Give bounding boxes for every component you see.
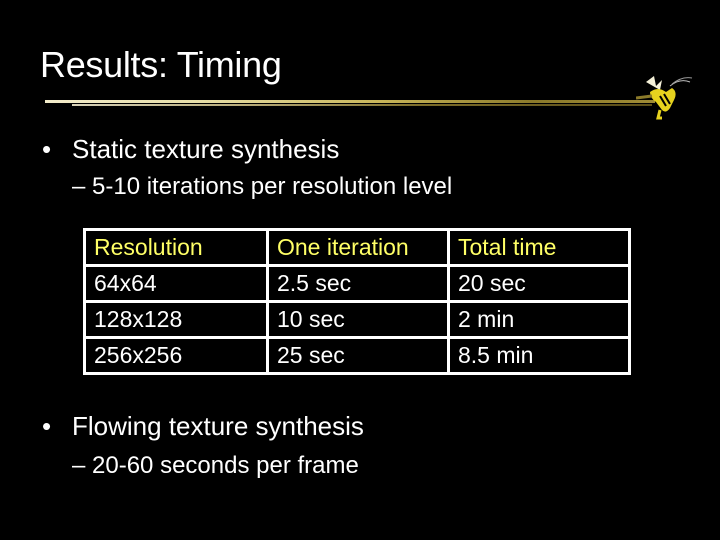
title-underline-rule bbox=[45, 100, 655, 103]
bullet-marker: • bbox=[42, 134, 52, 164]
cell-total-time: 2 min bbox=[447, 300, 631, 339]
sub-bullet-seconds-per-frame: – 20-60 seconds per frame bbox=[72, 452, 359, 479]
timing-table: Resolution One iteration Total time 64x6… bbox=[83, 228, 631, 375]
title-underline-rule-secondary bbox=[72, 104, 652, 106]
header-total-time: Total time bbox=[447, 228, 631, 267]
cell-one-iteration: 10 sec bbox=[266, 300, 450, 339]
cell-total-time: 20 sec bbox=[447, 264, 631, 303]
cell-total-time: 8.5 min bbox=[447, 336, 631, 375]
bullet-text: Static texture synthesis bbox=[72, 134, 340, 164]
slide-title: Results: Timing bbox=[40, 44, 282, 85]
header-resolution: Resolution bbox=[83, 228, 269, 267]
header-one-iteration: One iteration bbox=[266, 228, 450, 267]
yellow-jacket-mascot-icon bbox=[636, 76, 693, 120]
table-row: 64x64 2.5 sec 20 sec bbox=[83, 264, 631, 303]
bullet-marker: • bbox=[42, 411, 52, 441]
cell-resolution: 256x256 bbox=[83, 336, 269, 375]
cell-resolution: 64x64 bbox=[83, 264, 269, 303]
bullet-text: Flowing texture synthesis bbox=[72, 411, 364, 441]
cell-one-iteration: 2.5 sec bbox=[266, 264, 450, 303]
table-row: 128x128 10 sec 2 min bbox=[83, 300, 631, 339]
table-row: 256x256 25 sec 8.5 min bbox=[83, 336, 631, 375]
cell-one-iteration: 25 sec bbox=[266, 336, 450, 375]
table-header-row: Resolution One iteration Total time bbox=[83, 228, 631, 267]
cell-resolution: 128x128 bbox=[83, 300, 269, 339]
sub-bullet-iterations: – 5-10 iterations per resolution level bbox=[72, 173, 453, 200]
